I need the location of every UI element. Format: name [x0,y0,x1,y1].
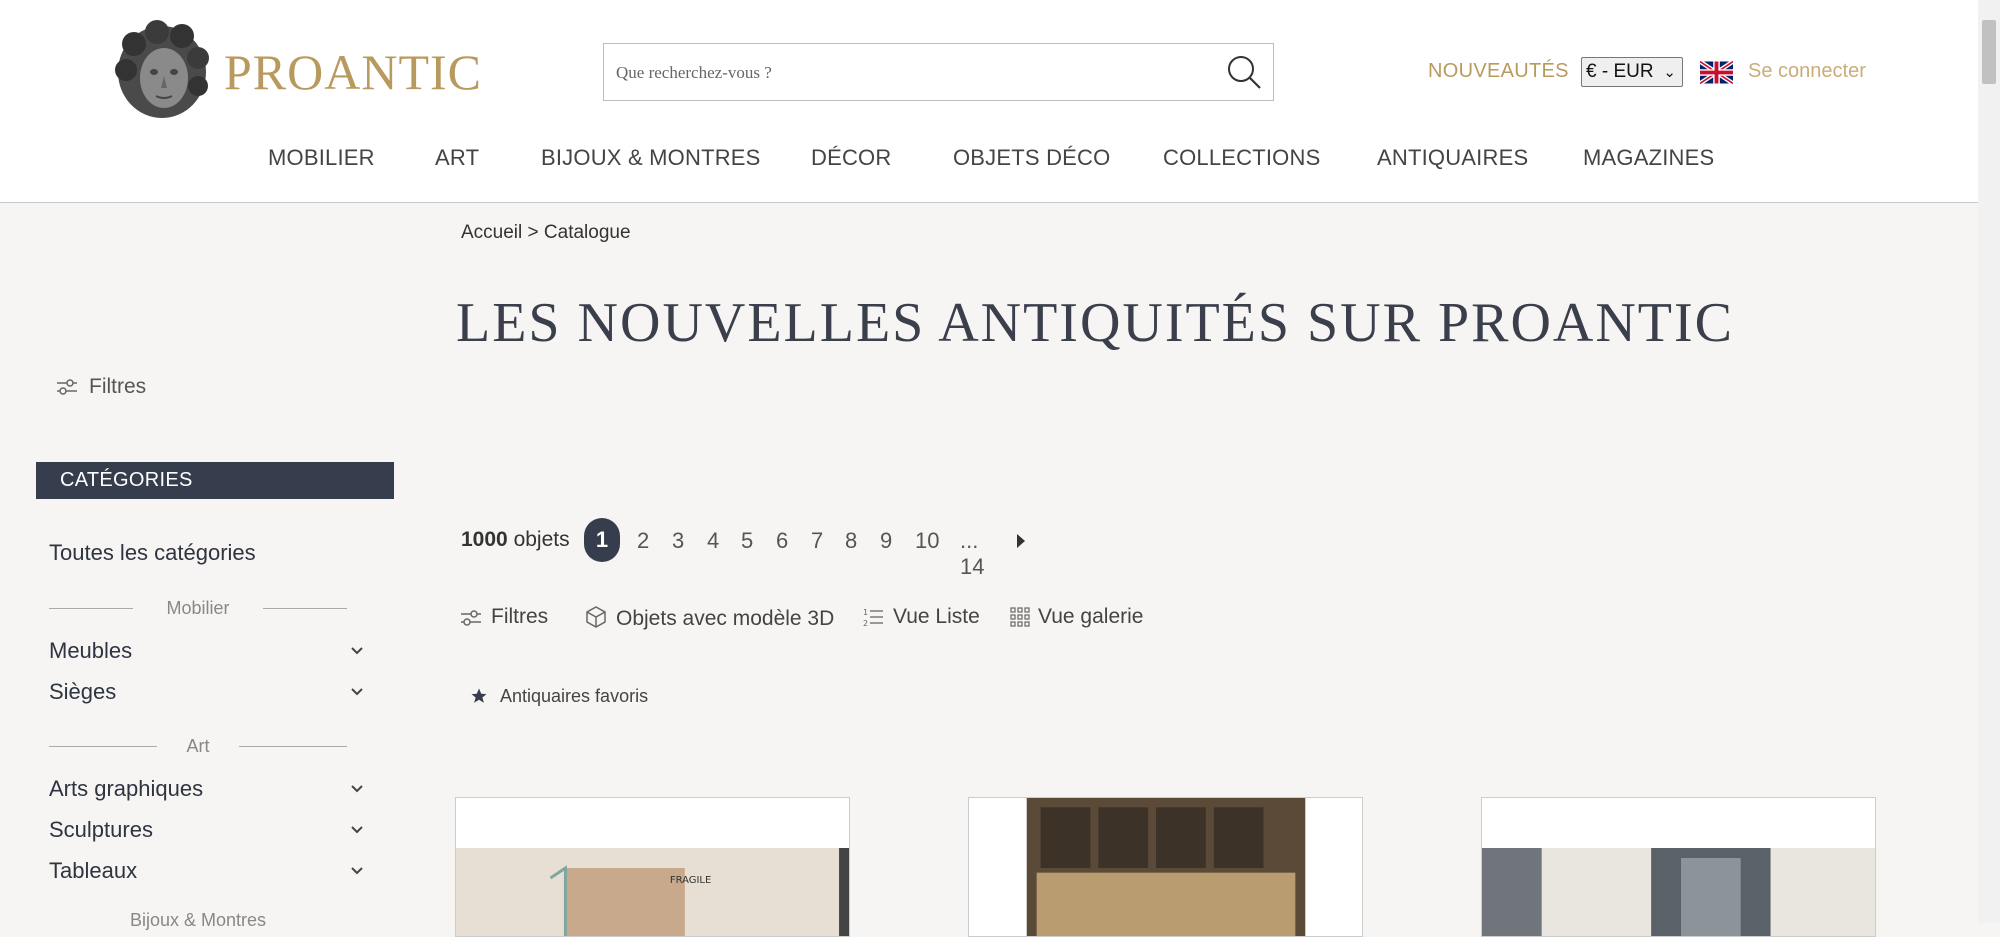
search-box [603,43,1274,102]
result-count-number: 1000 [461,528,508,551]
product-image [1482,848,1875,936]
breadcrumb[interactable]: Accueil > Catalogue [461,222,631,244]
nav-item-collections[interactable]: COLLECTIONS [1163,145,1320,171]
objects-3d-button[interactable]: Objets avec modèle 3D [584,605,834,631]
currency-select[interactable]: € - EUR ⌄ [1581,57,1683,87]
filters-label: Filtres [491,605,549,628]
favorite-dealers-label: Antiquaires favoris [500,686,649,706]
sidebar-item-label: Tableaux [49,858,138,883]
star-icon [471,688,487,703]
nav-item-art[interactable]: ART [435,145,479,171]
sidebar-item-tableaux[interactable]: Tableaux [49,858,364,884]
page-button-9[interactable]: 9 [880,528,892,554]
page-button-8[interactable]: 8 [845,528,857,554]
sidebar-filters-label: Filtres [89,375,147,398]
next-page-icon[interactable] [1016,534,1026,548]
product-image: FRAGILE [456,848,849,936]
chevron-down-icon [351,826,363,834]
gallery-view-label: Vue galerie [1038,605,1144,628]
page-button-1[interactable]: 1 [584,518,620,562]
gallery-view-button[interactable]: Vue galerie [1010,605,1143,629]
chevron-down-icon [351,688,363,696]
product-image [969,798,1362,936]
all-categories-link[interactable]: Toutes les catégories [49,540,256,566]
nav-item-antiquaires[interactable]: ANTIQUAIRES [1377,145,1528,171]
objects-3d-label: Objets avec modèle 3D [616,607,835,630]
page-scrollbar[interactable] [1978,0,2000,923]
nav-item-objets-deco[interactable]: OBJETS DÉCO [953,145,1110,171]
section-separator-bijoux-montres: Bijoux & Montres [49,910,347,930]
page-title: LES NOUVELLES ANTIQUITÉS SUR PROANTIC [456,292,1734,354]
chevron-down-icon [351,785,363,793]
sidebar-item-label: Sculptures [49,817,153,842]
svg-text:FRAGILE: FRAGILE [670,875,711,886]
page-button-7[interactable]: 7 [811,528,823,554]
page-button-3[interactable]: 3 [672,528,684,554]
sidebar-item-label: Meubles [49,638,133,663]
search-input[interactable] [614,44,1208,102]
sidebar-item-sieges[interactable]: Sièges [49,679,364,705]
section-label-bijoux-montres: Bijoux & Montres [129,910,267,930]
sidebar-filters-button[interactable]: Filtres [55,375,146,399]
login-link[interactable]: Se connecter [1748,60,1866,83]
chevron-down-icon: ⌄ [1663,64,1676,81]
grid-icon [1010,607,1030,627]
categories-header: CATÉGORIES [36,462,394,499]
page-button-14[interactable]: ... 14 [960,528,984,580]
uk-flag-icon[interactable] [1700,60,1733,85]
scrollbar-thumb[interactable] [1982,20,1996,84]
sidebar-item-label: Sièges [49,679,117,704]
favorite-dealers-button[interactable]: Antiquaires favoris [470,686,648,707]
sidebar-item-meubles[interactable]: Meubles [49,638,364,664]
svg-text:1: 1 [863,608,868,617]
sidebar-item-arts-graphiques[interactable]: Arts graphiques [49,776,364,802]
filters-button[interactable]: Filtres [459,605,548,629]
product-card[interactable] [1481,797,1876,937]
cube-3d-icon [586,606,606,628]
product-card[interactable] [968,797,1363,937]
section-separator-mobilier: Mobilier [49,598,347,618]
main-navigation: MOBILIER ART BIJOUX & MONTRES DÉCOR OBJE… [0,145,1978,185]
currency-value: € - EUR [1586,61,1654,82]
logo-text[interactable]: PROANTIC [224,44,482,100]
chevron-down-icon [351,867,363,875]
filter-icon [57,379,77,396]
page-button-5[interactable]: 5 [741,528,753,554]
page-button-6[interactable]: 6 [776,528,788,554]
nav-item-decor[interactable]: DÉCOR [811,145,891,171]
chevron-down-icon [351,647,363,655]
list-view-label: Vue Liste [893,605,980,628]
nav-item-mobilier[interactable]: MOBILIER [268,145,375,171]
nouveautes-link[interactable]: NOUVEAUTÉS [1428,60,1569,83]
search-icon[interactable] [1225,53,1263,91]
nav-item-magazines[interactable]: MAGAZINES [1583,145,1714,171]
result-count-label: objets [513,528,570,551]
page-button-10[interactable]: 10 [915,528,939,554]
site-header: PROANTIC NOUVEAUTÉS € - EUR ⌄ Se connect… [0,0,1978,203]
sidebar-item-label: Arts graphiques [49,776,204,801]
page-button-4[interactable]: 4 [707,528,719,554]
sidebar-item-sculptures[interactable]: Sculptures [49,817,364,843]
section-separator-art: Art [49,736,347,756]
list-icon: 1 2 [863,608,883,628]
product-card[interactable]: FRAGILE [455,797,850,937]
svg-text:2: 2 [863,619,868,627]
nav-item-bijoux-montres[interactable]: BIJOUX & MONTRES [541,145,761,171]
logo-icon[interactable] [112,20,210,122]
page-button-2[interactable]: 2 [637,528,649,554]
result-count: 1000 objets [461,528,570,552]
list-view-button[interactable]: 1 2 Vue Liste [863,605,980,629]
filter-icon [461,610,481,626]
